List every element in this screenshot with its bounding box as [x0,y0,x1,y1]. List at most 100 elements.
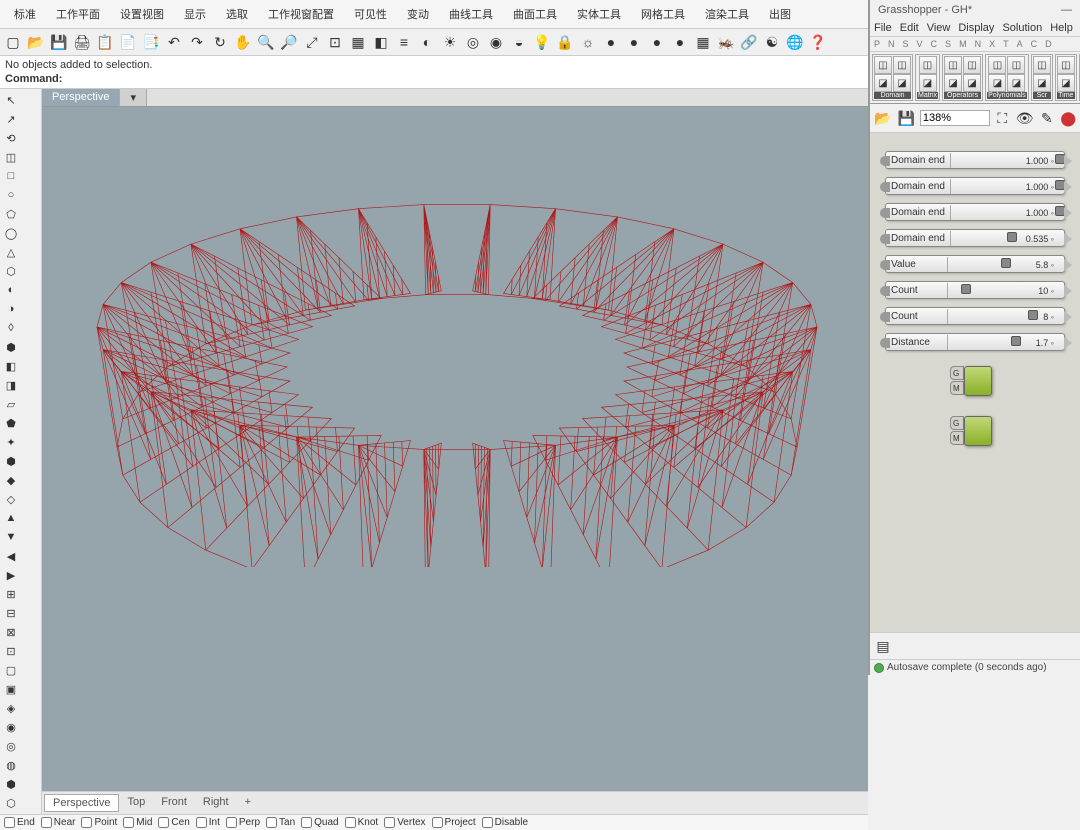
side-tool-21[interactable]: ◇ [2,490,20,508]
open-icon[interactable]: 📂 [873,107,892,129]
gh-slider-track[interactable]: 0.535 ◦ [955,231,1060,245]
preview-icon[interactable]: 👁 [1015,107,1035,129]
side-tool-1[interactable]: ↗ [2,110,20,128]
viewport-tab-dropdown-icon[interactable]: ▾ [120,89,147,106]
grid-icon[interactable]: ▦ [692,31,714,53]
side-tool-18[interactable]: ✦ [2,433,20,451]
menu-显示[interactable]: 显示 [174,2,216,26]
gh-tab-11[interactable]: C [1031,39,1038,49]
settings-icon[interactable]: ☯ [761,31,783,53]
viewport-3d[interactable] [42,107,868,791]
gh-slider-grip[interactable] [1055,180,1065,190]
side-tool-8[interactable]: △ [2,243,20,261]
gh-slider-grip[interactable] [1007,232,1017,242]
gh-slider-grip[interactable] [1055,206,1065,216]
minimize-icon[interactable]: — [1061,4,1072,16]
menu-变动[interactable]: 变动 [397,2,439,26]
osnap-vertex[interactable]: Vertex [384,817,425,828]
osnap-checkbox-disable[interactable] [482,817,493,828]
gh-slider-domain-end-3[interactable]: Domain end0.535 ◦ [885,229,1065,247]
gh-component-body[interactable] [964,416,992,446]
copy-icon[interactable]: 📄 [117,31,139,53]
save-icon[interactable]: 💾 [896,107,915,129]
lock-icon[interactable]: 🔒 [554,31,576,53]
gh-tab-12[interactable]: D [1045,39,1052,49]
side-tool-29[interactable]: ⊡ [2,642,20,660]
osnap-quad[interactable]: Quad [301,817,338,828]
gh-slider-domain-end-0[interactable]: Domain end1.000 ◦ [885,151,1065,169]
cplanes-icon[interactable]: ◧ [370,31,392,53]
gh-slider-grip[interactable] [1055,154,1065,164]
osnap-int[interactable]: Int [196,817,220,828]
view-tab-top[interactable]: Top [119,794,153,812]
gh-tab-7[interactable]: N [975,39,982,49]
help-icon[interactable]: ❓ [807,31,829,53]
side-tool-6[interactable]: ⬠ [2,205,20,223]
side-tool-34[interactable]: ◎ [2,737,20,755]
side-tool-16[interactable]: ▱ [2,395,20,413]
link-icon[interactable]: 🔗 [738,31,760,53]
gh-slider-domain-end-1[interactable]: Domain end1.000 ◦ [885,177,1065,195]
zoom-icon[interactable]: ⤢ [301,31,323,53]
gh-slider-distance-7[interactable]: Distance1.7 ◦ [885,333,1065,351]
print-icon[interactable]: 🖨 [71,31,93,53]
gh-menu-view[interactable]: View [927,22,951,34]
undo-icon[interactable]: ↶ [163,31,185,53]
gh-rib-btn[interactable]: ◪ [944,74,962,92]
osnap-checkbox-cen[interactable] [158,817,169,828]
side-tool-28[interactable]: ⊠ [2,623,20,641]
gh-slider-grip[interactable] [961,284,971,294]
side-tool-23[interactable]: ▼ [2,528,20,546]
gh-tab-6[interactable]: M [959,39,967,49]
gh-input-M[interactable]: M [950,431,964,445]
side-tool-0[interactable]: ↖ [2,91,20,109]
gh-slider-grip[interactable] [1011,336,1021,346]
gh-slider-grip[interactable] [1028,310,1038,320]
gh-rib-btn[interactable]: ◫ [874,56,892,74]
side-tool-25[interactable]: ▶ [2,566,20,584]
rotate-icon[interactable]: ↻ [209,31,231,53]
wires-icon[interactable]: ⬤ [1059,107,1077,129]
menu-标准[interactable]: 标准 [4,2,46,26]
osnap-perp[interactable]: Perp [226,817,260,828]
menu-曲面工具[interactable]: 曲面工具 [503,2,567,26]
menu-工作视窗配置[interactable]: 工作视窗配置 [258,2,344,26]
osnap-checkbox-end[interactable] [4,817,15,828]
gh-input-G[interactable]: G [950,416,964,430]
gh-rib-btn[interactable]: ◫ [893,56,911,74]
gh-slider-track[interactable]: 10 ◦ [952,283,1060,297]
lasso-icon[interactable]: ◒ [508,31,530,53]
gh-menu-edit[interactable]: Edit [900,22,919,34]
side-tool-20[interactable]: ◆ [2,471,20,489]
gh-menu-help[interactable]: Help [1050,22,1073,34]
gh-component-0[interactable]: GM [950,366,1000,401]
gh-rib-btn[interactable]: ◪ [988,74,1006,92]
menu-可见性[interactable]: 可见性 [344,2,397,26]
clipboard-icon[interactable]: 📋 [94,31,116,53]
gh-tab-9[interactable]: T [1003,39,1009,49]
side-tool-7[interactable]: ◯ [2,224,20,242]
menu-网格工具[interactable]: 网格工具 [631,2,695,26]
gh-tab-2[interactable]: S [903,39,909,49]
side-tool-5[interactable]: ○ [2,186,20,204]
zoom-window-icon[interactable]: 🔎 [278,31,300,53]
side-tool-12[interactable]: ◊ [2,319,20,337]
osnap-cen[interactable]: Cen [158,817,189,828]
menu-曲线工具[interactable]: 曲线工具 [439,2,503,26]
gh-slider-grip[interactable] [1001,258,1011,268]
gh-slider-track[interactable]: 1.000 ◦ [955,205,1060,219]
gh-tab-5[interactable]: S [945,39,951,49]
osnap-checkbox-near[interactable] [41,817,52,828]
side-tool-37[interactable]: ⬡ [2,794,20,812]
gh-rib-btn[interactable]: ◪ [1057,74,1075,92]
side-tool-36[interactable]: ⬢ [2,775,20,793]
osnap-project[interactable]: Project [432,817,476,828]
zoom-selected-icon[interactable]: ⊡ [324,31,346,53]
sphere-blue-icon[interactable]: ● [669,31,691,53]
gh-tab-10[interactable]: A [1017,39,1023,49]
grasshopper-canvas[interactable]: Domain end1.000 ◦ Domain end1.000 ◦ Domain… [870,133,1080,632]
menu-工作平面[interactable]: 工作平面 [46,2,110,26]
gh-slider-track[interactable]: 1.000 ◦ [955,153,1060,167]
circle-icon[interactable]: ● [600,31,622,53]
pan-icon[interactable]: ✋ [232,31,254,53]
